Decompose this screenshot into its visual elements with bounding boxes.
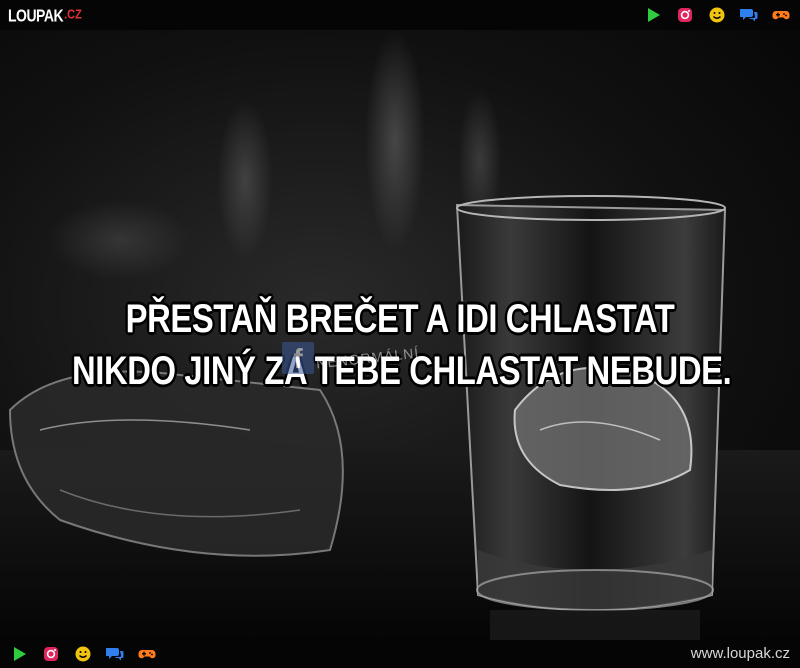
chat-icon[interactable] bbox=[740, 6, 758, 24]
gamepad-icon[interactable] bbox=[138, 645, 156, 663]
smiley-icon[interactable] bbox=[708, 6, 726, 24]
watermark-text: NENORMÁLNÍ bbox=[315, 344, 420, 372]
gamepad-icon[interactable] bbox=[772, 6, 790, 24]
nenormalni-watermark: f NENORMÁLNÍ bbox=[282, 342, 420, 374]
facebook-icon: f bbox=[282, 342, 314, 374]
top-icon-group bbox=[644, 6, 790, 24]
logo-word: LOUPAK bbox=[8, 5, 64, 25]
instagram-icon[interactable] bbox=[676, 6, 694, 24]
site-url-link[interactable]: www.loupak.cz bbox=[691, 645, 790, 662]
chat-icon[interactable] bbox=[106, 645, 124, 663]
smiley-icon[interactable] bbox=[74, 645, 92, 663]
logo-tld: .CZ bbox=[64, 7, 82, 23]
play-icon[interactable] bbox=[644, 6, 662, 24]
bottom-bar: www.loupak.cz bbox=[0, 640, 800, 668]
instagram-icon[interactable] bbox=[42, 645, 60, 663]
top-bar: LOUPAK .CZ bbox=[0, 0, 800, 30]
caption-line-1: PŘESTAŇ BREČET A IDI CHLASTAT bbox=[125, 297, 675, 341]
loupak-logo[interactable]: LOUPAK .CZ bbox=[8, 5, 82, 25]
play-icon[interactable] bbox=[10, 645, 28, 663]
bottom-icon-group bbox=[10, 645, 156, 663]
